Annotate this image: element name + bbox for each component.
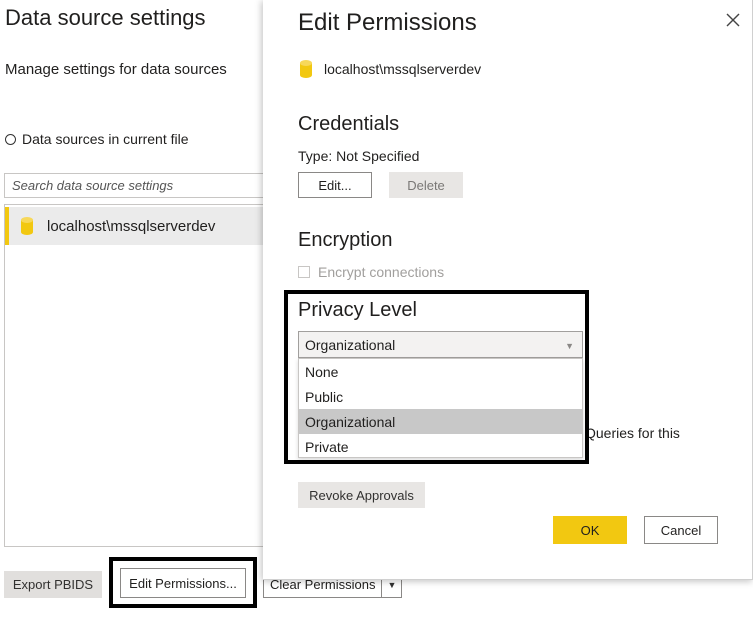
export-pbids-button[interactable]: Export PBIDS xyxy=(4,571,102,598)
screen: Data source settings Manage settings for… xyxy=(0,0,753,619)
credentials-heading: Credentials xyxy=(298,113,400,135)
edit-permissions-button[interactable]: Edit Permissions... xyxy=(120,568,246,598)
database-icon xyxy=(21,217,33,235)
encryption-heading: Encryption xyxy=(298,229,393,251)
search-box[interactable] xyxy=(4,173,266,198)
delete-credentials-button[interactable]: Delete xyxy=(389,172,463,198)
chevron-down-icon[interactable]: ▼ xyxy=(565,341,574,351)
privacy-option-organizational[interactable]: Organizational xyxy=(299,409,582,434)
page-subtitle: Manage settings for data sources xyxy=(5,61,227,78)
privacy-option-public[interactable]: Public xyxy=(299,384,582,409)
privacy-level-heading: Privacy Level xyxy=(298,299,417,321)
scope-radio-current-file[interactable]: Data sources in current file xyxy=(5,131,189,147)
edit-credentials-button[interactable]: Edit... xyxy=(298,172,372,198)
data-source-name: localhost\mssqlserverdev xyxy=(47,217,216,235)
radio-button-icon[interactable] xyxy=(5,133,16,145)
cancel-button[interactable]: Cancel xyxy=(644,516,718,544)
privacy-level-select[interactable]: Organizational ▼ xyxy=(298,331,583,358)
data-source-list[interactable]: localhost\mssqlserverdev xyxy=(4,204,267,547)
privacy-level-dropdown[interactable]: None Public Organizational Private xyxy=(298,358,583,458)
database-icon xyxy=(300,60,312,78)
data-source-item[interactable]: localhost\mssqlserverdev xyxy=(5,207,267,245)
native-queries-partial-label: Queries for this xyxy=(585,425,680,441)
privacy-option-private[interactable]: Private xyxy=(299,434,582,459)
encrypt-connections-checkbox-row[interactable]: Encrypt connections xyxy=(298,264,444,280)
close-icon[interactable] xyxy=(725,12,741,28)
revoke-approvals-button[interactable]: Revoke Approvals xyxy=(298,482,425,508)
dialog-source-name: localhost\mssqlserverdev xyxy=(324,61,482,77)
privacy-option-none[interactable]: None xyxy=(299,359,582,384)
encrypt-connections-label: Encrypt connections xyxy=(318,264,445,280)
edit-permissions-dialog: Edit Permissions localhost\mssqlserverde… xyxy=(263,0,753,580)
credentials-type: Type: Not Specified xyxy=(298,148,420,164)
search-input[interactable] xyxy=(12,177,258,194)
dialog-title: Edit Permissions xyxy=(298,9,477,36)
ok-button[interactable]: OK xyxy=(553,516,627,544)
dialog-source: localhost\mssqlserverdev xyxy=(300,60,481,78)
page-title: Data source settings xyxy=(5,5,206,30)
scope-radio-label: Data sources in current file xyxy=(22,131,189,147)
encrypt-connections-checkbox[interactable] xyxy=(298,266,310,278)
privacy-level-selected-value: Organizational xyxy=(305,336,396,353)
